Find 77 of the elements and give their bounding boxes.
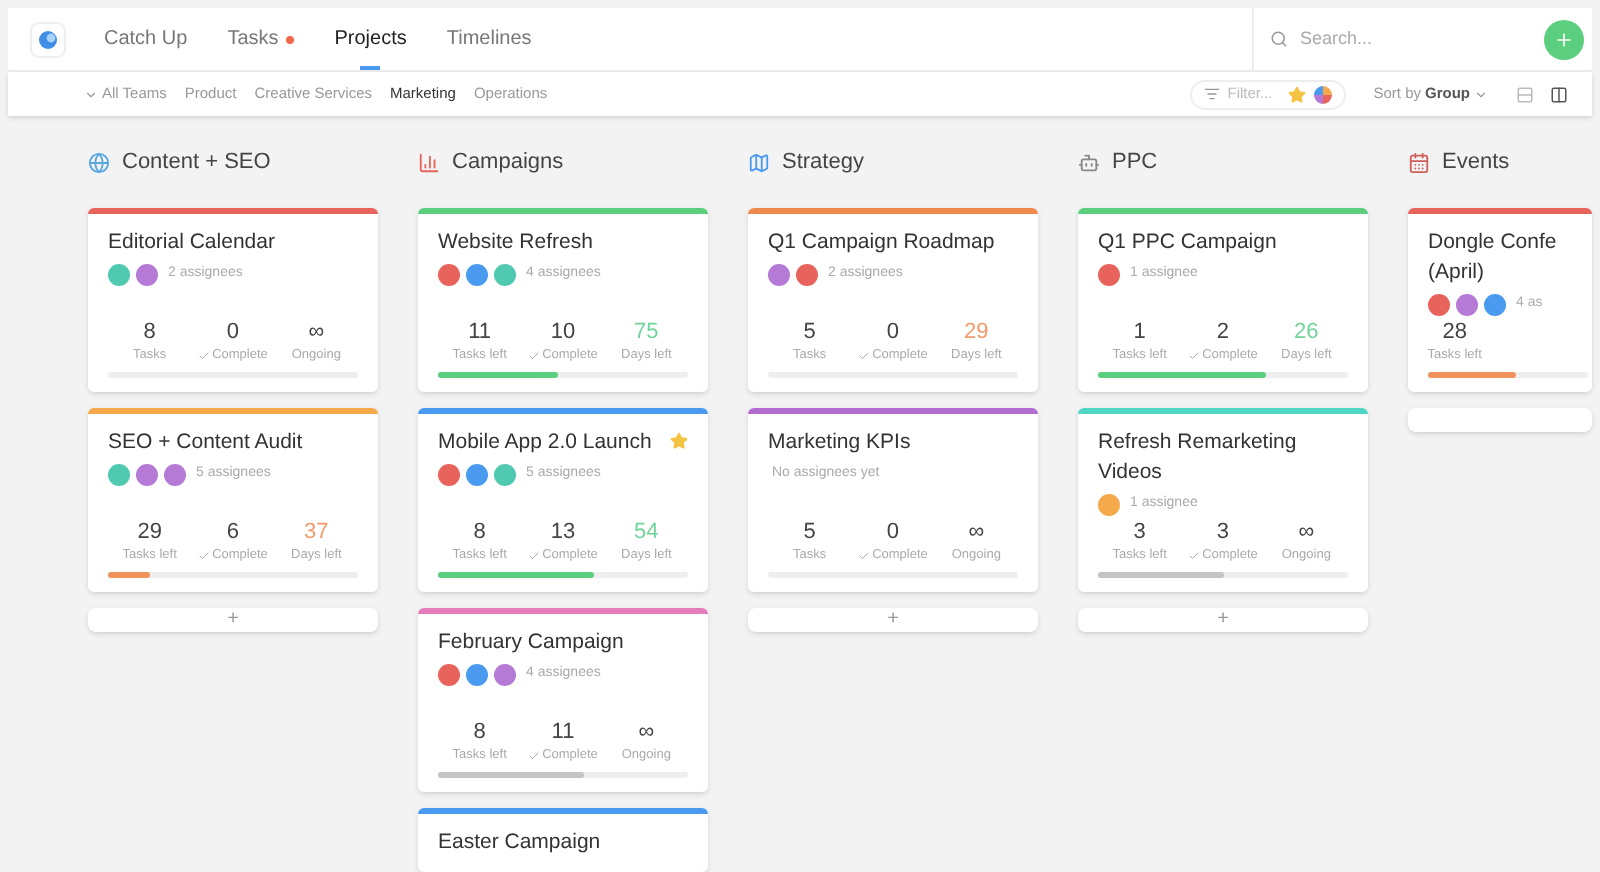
stat-value: 3: [1133, 518, 1146, 547]
stat-value: 2: [1216, 318, 1230, 347]
stat-value: 1: [1133, 318, 1146, 347]
star-icon[interactable]: [1287, 85, 1306, 103]
column-title: Strategy: [782, 147, 864, 178]
nav-tab[interactable]: Catch Up: [104, 8, 188, 70]
nav-tab[interactable]: Timelines: [446, 8, 532, 70]
column-icon: [1078, 151, 1100, 173]
card-title: Website Refresh: [438, 228, 593, 258]
stat-value: 75: [634, 318, 659, 347]
board-view-icon[interactable]: [1550, 85, 1568, 103]
stat-value: 5: [803, 518, 816, 547]
stat-value: ∞: [968, 518, 985, 547]
search-field[interactable]: Search...: [1300, 25, 1500, 53]
stat-value: 8: [473, 518, 486, 547]
color-wheel-icon[interactable]: [1313, 85, 1332, 103]
card-title: Editorial Calendar: [108, 228, 275, 258]
nav-tab[interactable]: Projects: [334, 8, 407, 70]
tab-indicator: [360, 66, 381, 70]
stat-value: 37: [304, 518, 329, 547]
stat-value: ∞: [308, 318, 325, 347]
check-icon: [858, 550, 871, 563]
stat-value: 10: [550, 318, 576, 347]
filter-icon: [1203, 86, 1220, 102]
column-title: PPC: [1112, 147, 1158, 178]
stat-value: 54: [634, 518, 659, 547]
card-title: Mobile App 2.0 Launch: [438, 428, 652, 458]
stat-value: 8: [473, 718, 486, 747]
stat-value: 0: [226, 318, 240, 347]
star-icon[interactable]: [670, 432, 688, 450]
stat-value: 0: [886, 518, 900, 547]
stat-value: 3: [1216, 518, 1230, 547]
check-icon: [858, 350, 871, 363]
column-icon: [1408, 151, 1430, 173]
card-title: Q1 PPC Campaign: [1098, 228, 1277, 258]
column-title: Campaigns: [452, 147, 564, 178]
caret-icon: [1474, 87, 1488, 101]
check-icon: [528, 750, 541, 763]
column-icon: [418, 151, 440, 173]
stat-value: 11: [551, 718, 575, 747]
column-title: Events: [1442, 147, 1510, 178]
card-title: Easter Campaign: [438, 828, 601, 858]
card-title: February Campaign: [438, 628, 624, 658]
app-logo[interactable]: [30, 21, 66, 57]
stat-value: ∞: [638, 718, 655, 747]
stat-value: 8: [143, 318, 156, 347]
check-icon: [198, 550, 211, 563]
card-title: Marketing KPIs: [768, 428, 911, 458]
check-icon: [198, 350, 211, 363]
column-icon: [88, 151, 110, 173]
search-icon: [1270, 30, 1288, 48]
stat-value: 29: [964, 318, 989, 347]
stat-value: 13: [550, 518, 576, 547]
card-title: Q1 Campaign Roadmap: [768, 228, 995, 258]
check-icon: [1188, 350, 1201, 363]
check-icon: [1188, 550, 1201, 563]
column-icon: [748, 151, 770, 173]
project-card[interactable]: Easter Campaign: [418, 808, 708, 872]
stat-value: 5: [803, 318, 816, 347]
stat-value: 0: [886, 318, 900, 347]
stat-value: 29: [137, 518, 162, 547]
stat-value: ∞: [1298, 518, 1315, 547]
caret-icon: [84, 87, 98, 101]
card-title: Refresh Remarketing Videos: [1098, 428, 1299, 488]
stat-value: 6: [226, 518, 240, 547]
card-title: SEO + Content Audit: [108, 428, 303, 458]
stat-value: 11: [468, 318, 492, 347]
card-title: Dongle Confe (April): [1428, 228, 1559, 288]
check-icon: [528, 550, 541, 563]
stat-value: 28: [1442, 318, 1467, 347]
check-icon: [528, 350, 541, 363]
column-title: Content + SEO: [122, 147, 271, 178]
plus-icon: [1554, 29, 1574, 49]
list-view-icon[interactable]: [1516, 85, 1534, 103]
nav-tab[interactable]: Tasks: [227, 8, 295, 70]
stat-value: 26: [1294, 318, 1319, 347]
add-button[interactable]: [1544, 19, 1584, 59]
